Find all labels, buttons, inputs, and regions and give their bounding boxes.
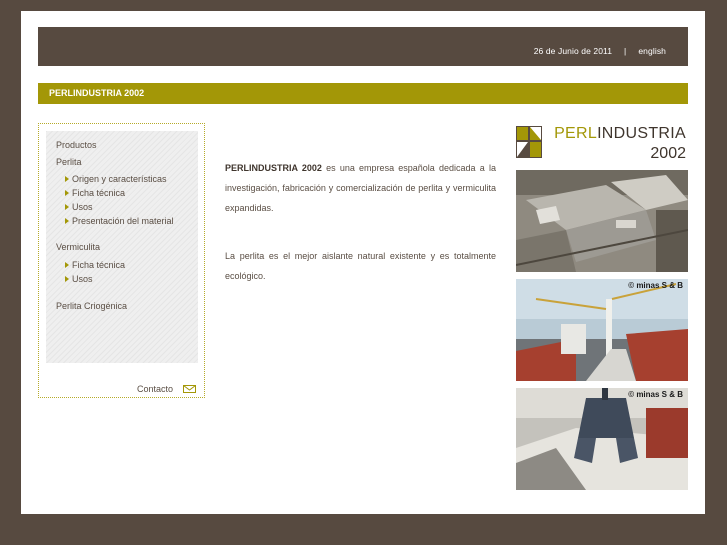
site-title: PERLINDUSTRIA 2002	[49, 88, 145, 98]
brand-name: PERLINDUSTRIA 2002	[225, 163, 322, 173]
logo-year: 2002	[650, 145, 686, 162]
menu-vermiculita-ficha[interactable]: Ficha técnica	[65, 260, 125, 270]
current-date: 26 de Junio de 2011	[533, 46, 613, 56]
company-logo: PERLINDUSTRIA 2002	[516, 125, 688, 165]
envelope-icon	[183, 385, 196, 393]
menu-perlita[interactable]: Perlita	[56, 157, 82, 167]
logo-wordmark: PERLINDUSTRIA	[554, 125, 686, 143]
page: 26 de Junio de 2011 | english PERLINDUSTRI…	[21, 11, 705, 514]
menu-perlita-usos[interactable]: Usos	[65, 202, 93, 212]
menu-vermiculita[interactable]: Vermiculita	[56, 242, 100, 252]
crane-bucket-photo: © minas S & B	[516, 388, 688, 490]
menu-perlita-presentacion[interactable]: Presentación del material	[65, 216, 174, 226]
logo-mark-icon	[516, 126, 542, 158]
photo-credit-2: © minas S & B	[628, 281, 683, 290]
photo-credit-3: © minas S & B	[628, 390, 683, 399]
nav-menu: Productos Perlita Origen y característic…	[46, 131, 198, 363]
menu-perlita-origen[interactable]: Origen y características	[65, 174, 167, 184]
main-content: PERLINDUSTRIA 2002 es una empresa españo…	[225, 158, 496, 314]
sidebar: Productos Perlita Origen y característic…	[38, 123, 205, 398]
contact-link[interactable]: Contacto	[137, 384, 196, 394]
menu-productos[interactable]: Productos	[56, 140, 97, 150]
menu-vermiculita-usos[interactable]: Usos	[65, 274, 93, 284]
logo-industria: INDUSTRIA	[597, 125, 686, 142]
header-separator: |	[624, 46, 627, 56]
perlite-paragraph: La perlita es el mejor aislante natural …	[225, 251, 496, 281]
menu-perlita-ficha[interactable]: Ficha técnica	[65, 188, 125, 198]
header-bar: 26 de Junio de 2011 | english	[38, 27, 688, 66]
header-meta: 26 de Junio de 2011 | english	[534, 46, 666, 56]
logo-perl: PERL	[554, 125, 598, 142]
title-bar: PERLINDUSTRIA 2002	[38, 83, 688, 104]
factory-photo	[516, 170, 688, 272]
language-link-english[interactable]: english	[638, 46, 666, 56]
ship-loading-photo: © minas S & B	[516, 279, 688, 381]
contact-label: Contacto	[137, 384, 174, 394]
intro-paragraph: PERLINDUSTRIA 2002 es una empresa españo…	[225, 158, 496, 218]
menu-perlita-criogenica[interactable]: Perlita Criogénica	[56, 301, 127, 311]
